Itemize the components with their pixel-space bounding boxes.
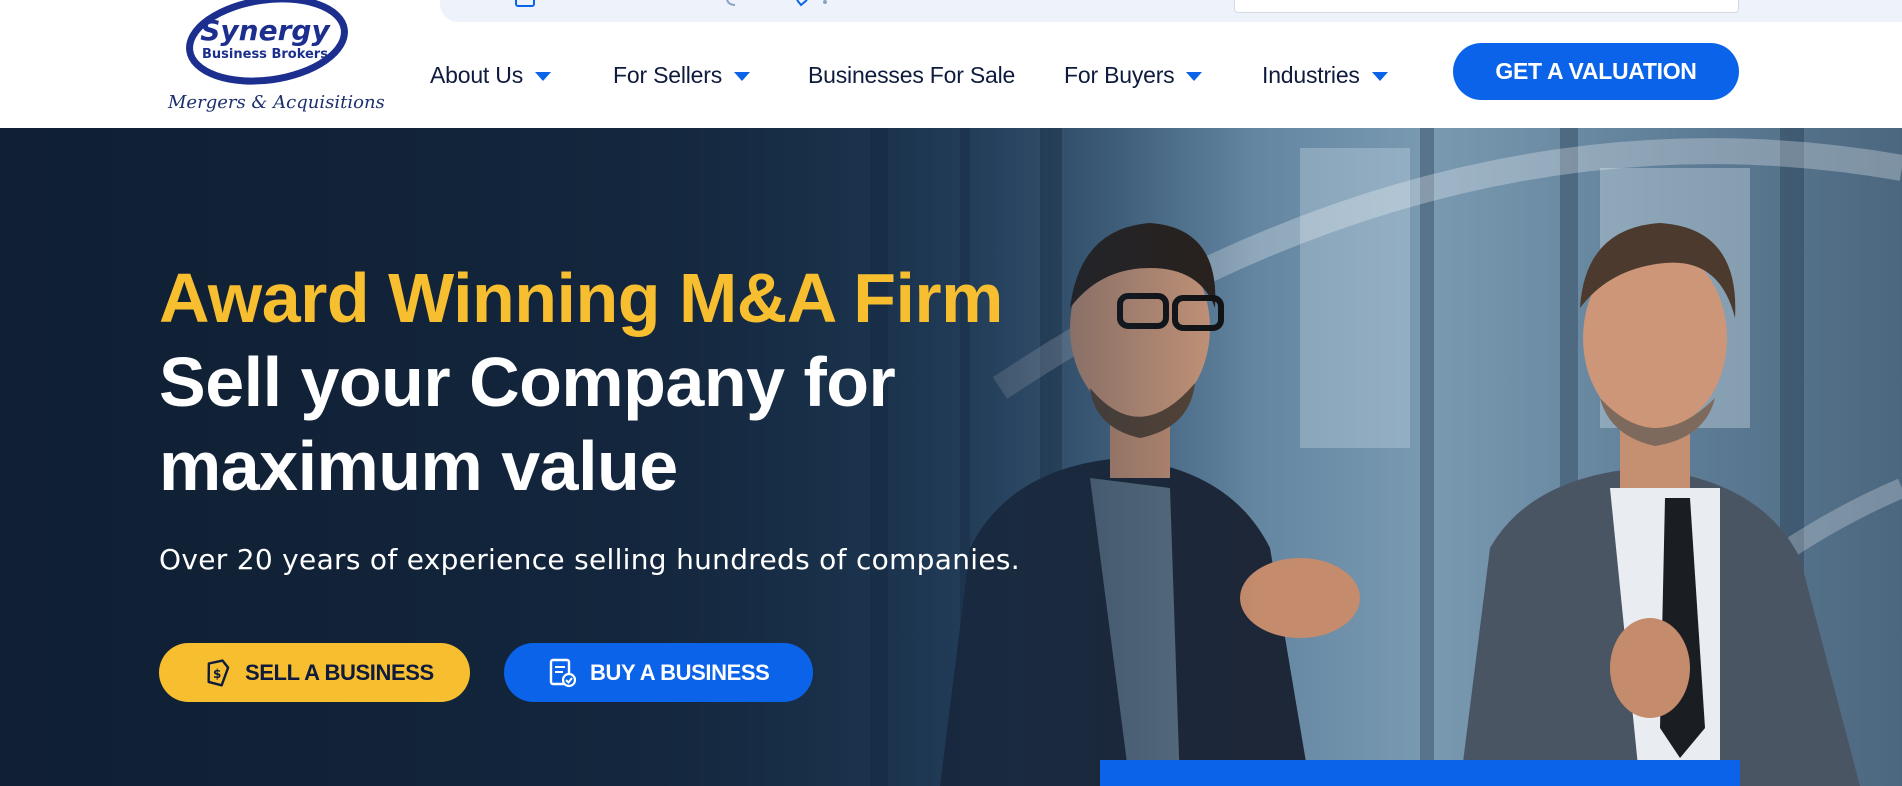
sell-business-button[interactable]: $ SELL A BUSINESS bbox=[159, 643, 470, 702]
nav-businesses-for-sale[interactable]: Businesses For Sale bbox=[808, 58, 1015, 92]
nav-industries[interactable]: Industries bbox=[1262, 58, 1388, 92]
hero-title: Sell your Company for maximum value bbox=[159, 343, 896, 505]
logo-mark: Synergy Business Brokers bbox=[186, 0, 348, 85]
chevron-down-icon bbox=[1186, 71, 1203, 81]
logo-tagline: Mergers & Acquisitions bbox=[168, 92, 385, 113]
svg-text:$: $ bbox=[213, 667, 221, 681]
logo-subname: Business Brokers bbox=[202, 47, 328, 62]
buy-business-button[interactable]: BUY A BUSINESS bbox=[504, 643, 813, 702]
dollar-tag-icon: $ bbox=[207, 658, 230, 687]
hero-subtitle: Over 20 years of experience selling hund… bbox=[159, 543, 1020, 576]
document-check-icon bbox=[549, 658, 576, 687]
logo[interactable]: Synergy Business Brokers Mergers & Acqui… bbox=[165, 0, 385, 120]
hero-section: Award Winning M&A Firm Sell your Company… bbox=[0, 128, 1902, 786]
buy-business-label: BUY A BUSINESS bbox=[590, 659, 770, 685]
nav-label: For Sellers bbox=[613, 61, 722, 88]
nav-for-buyers[interactable]: For Buyers bbox=[1064, 58, 1203, 92]
nav-label: About Us bbox=[430, 61, 524, 88]
nav-label: Industries bbox=[1262, 61, 1360, 88]
logo-name: Synergy bbox=[200, 14, 331, 47]
hero-form-card[interactable] bbox=[1100, 760, 1740, 786]
hero-title-highlight: Award Winning M&A Firm bbox=[159, 259, 1003, 337]
nav-for-sellers[interactable]: For Sellers bbox=[613, 58, 750, 92]
sell-business-label: SELL A BUSINESS bbox=[245, 659, 434, 685]
nav-label: For Buyers bbox=[1064, 61, 1175, 88]
chevron-down-icon bbox=[734, 71, 750, 81]
chevron-down-icon bbox=[1371, 71, 1388, 81]
nav-about-us[interactable]: About Us bbox=[430, 58, 552, 92]
site-header: Synergy Business Brokers Mergers & Acqui… bbox=[0, 0, 1902, 128]
get-valuation-button[interactable]: GET A VALUATION bbox=[1453, 43, 1739, 100]
nav-label: Businesses For Sale bbox=[808, 61, 1016, 88]
chevron-down-icon bbox=[535, 71, 552, 81]
